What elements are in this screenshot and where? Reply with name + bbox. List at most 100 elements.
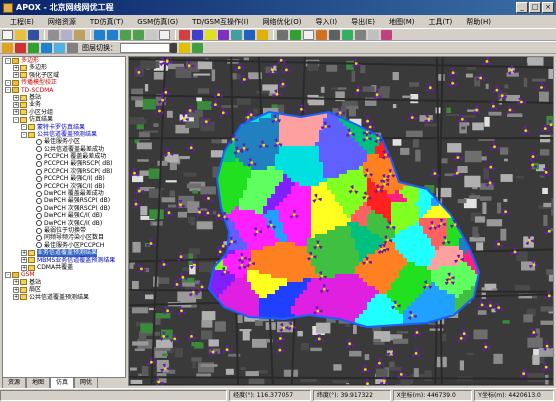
collapse-icon[interactable]: - xyxy=(21,131,27,138)
layer-icon[interactable] xyxy=(290,29,301,40)
pan-icon[interactable] xyxy=(146,29,157,40)
menu-tools[interactable]: 工具(T) xyxy=(428,17,452,27)
tree-item[interactable]: PCCPCH 次强C/I( dB) xyxy=(3,183,125,190)
collapse-icon[interactable]: - xyxy=(5,87,11,94)
tree-item[interactable]: 最佳服务小区 xyxy=(3,138,125,145)
tree-item[interactable]: + CDMA共覆盖 xyxy=(3,264,125,271)
tree-item[interactable]: + 小区分组 xyxy=(3,109,125,116)
tree-item[interactable]: - 蒙特卡罗仿真结果 xyxy=(3,124,125,131)
tree-item[interactable]: DwPCH 次强C/I( dB) xyxy=(3,220,125,227)
tree-item[interactable]: + 多边形 xyxy=(3,64,125,71)
cut-icon[interactable] xyxy=(48,29,59,40)
menu-gsm-simulation[interactable]: GSM仿真(G) xyxy=(137,17,178,27)
expand-icon[interactable]: + xyxy=(21,249,27,256)
coverage-map[interactable] xyxy=(129,57,554,386)
open-icon[interactable] xyxy=(15,29,26,40)
radio-icon[interactable] xyxy=(36,153,42,160)
expand-icon[interactable]: + xyxy=(21,257,27,264)
tree-item[interactable]: DwPCH 最强RSCP( dB) xyxy=(3,197,125,204)
tool-icon[interactable] xyxy=(192,42,203,53)
zoom-in-icon[interactable] xyxy=(120,29,131,40)
tree-item[interactable]: DwPCH 最强C/I( dB) xyxy=(3,212,125,219)
dropdown-arrow-icon[interactable] xyxy=(170,42,177,53)
menu-network-resources[interactable]: 网络资源 xyxy=(48,17,76,27)
expand-icon[interactable]: + xyxy=(13,102,19,109)
reload-icon[interactable] xyxy=(41,42,52,53)
menu-help[interactable]: 帮助(H) xyxy=(466,17,491,27)
undo-icon[interactable] xyxy=(94,29,105,40)
chart-icon[interactable] xyxy=(316,29,327,40)
tree-item[interactable]: - TD-SCDMA xyxy=(3,87,125,94)
radio-icon[interactable] xyxy=(36,227,42,234)
tree-item[interactable]: + 公共信道覆盖预测结果 xyxy=(3,294,125,301)
expand-icon[interactable]: + xyxy=(13,65,19,72)
home-icon[interactable] xyxy=(2,42,13,53)
radio-icon[interactable] xyxy=(36,183,42,190)
new-icon[interactable] xyxy=(2,29,13,40)
collapse-icon[interactable]: - xyxy=(21,124,27,131)
project-tree-panel[interactable]: - 多边形 + 多边形 + 强化子区域 - 传播模型校正 - TD-SCDMA + 基站 + 业务 + 小区分… xyxy=(2,56,126,378)
radio-icon[interactable] xyxy=(36,190,42,197)
expand-icon[interactable]: + xyxy=(13,94,19,101)
radio-icon[interactable] xyxy=(36,161,42,168)
measure-icon[interactable] xyxy=(179,29,190,40)
tree-item[interactable]: DwPCH 次强RSCP( dB) xyxy=(3,205,125,212)
tree-item[interactable]: + 业务 xyxy=(3,101,125,108)
rotate-icon[interactable] xyxy=(28,42,39,53)
tree-item[interactable]: + MBMS业务信道覆盖预测结果 xyxy=(3,257,125,264)
tree-item[interactable]: PCCPCH 覆盖最差成功 xyxy=(3,153,125,160)
menu-td-gsm-interop[interactable]: TD/GSM互操作(I) xyxy=(192,17,248,27)
menu-import[interactable]: 导入(I) xyxy=(316,17,338,27)
tree-item[interactable]: PCCPCH 最强RSCP( dB) xyxy=(3,160,125,167)
tree-item[interactable]: DwPCH 覆盖最差成功 xyxy=(3,190,125,197)
menu-td-simulation[interactable]: TD仿真(T) xyxy=(90,17,123,27)
filter-icon[interactable] xyxy=(67,42,78,53)
expand-icon[interactable]: + xyxy=(13,72,19,79)
refresh-icon[interactable] xyxy=(231,29,242,40)
marker-icon[interactable] xyxy=(15,42,26,53)
tree-item[interactable]: + 基站 xyxy=(3,94,125,101)
radio-icon[interactable] xyxy=(36,242,42,249)
tree-item[interactable]: 同频导频污染小区数目 xyxy=(3,234,125,241)
collapse-icon[interactable]: - xyxy=(5,79,11,86)
print-icon[interactable] xyxy=(329,29,340,40)
maximize-button[interactable]: □ xyxy=(529,2,541,13)
table-icon[interactable] xyxy=(303,29,314,40)
export-icon[interactable] xyxy=(342,29,353,40)
expand-icon[interactable]: + xyxy=(13,279,19,286)
select-icon[interactable] xyxy=(159,29,170,40)
collapse-icon[interactable]: - xyxy=(5,272,11,279)
minimize-button[interactable]: _ xyxy=(516,2,528,13)
tree-item[interactable]: 公共信道覆盖最差成功 xyxy=(3,146,125,153)
tree-item[interactable]: - GSM xyxy=(3,271,125,278)
info-icon[interactable] xyxy=(244,29,255,40)
radio-icon[interactable] xyxy=(36,220,42,227)
radio-icon[interactable] xyxy=(36,235,42,242)
tree-item[interactable]: - 仿真结果 xyxy=(3,116,125,123)
redo-icon[interactable] xyxy=(107,29,118,40)
radio-icon[interactable] xyxy=(36,138,42,145)
help-icon[interactable] xyxy=(257,29,268,40)
zoom-out-icon[interactable] xyxy=(133,29,144,40)
lock-icon[interactable] xyxy=(368,29,379,40)
radio-icon[interactable] xyxy=(36,175,42,182)
map-view[interactable] xyxy=(128,56,554,386)
tree-item[interactable]: + 基站 xyxy=(3,279,125,286)
tree-item[interactable]: - 多边形 xyxy=(3,57,125,64)
polygon-icon[interactable] xyxy=(192,29,203,40)
expand-icon[interactable]: + xyxy=(13,109,19,116)
radio-icon[interactable] xyxy=(36,212,42,219)
collapse-icon[interactable]: - xyxy=(5,57,11,64)
star-icon[interactable] xyxy=(179,42,190,53)
tree-item[interactable]: PCCPCH 最强C/I( dB) xyxy=(3,175,125,182)
expand-icon[interactable]: + xyxy=(13,286,19,293)
menu-project[interactable]: 工程(E) xyxy=(10,17,34,27)
radio-icon[interactable] xyxy=(36,168,42,175)
collapse-icon[interactable]: - xyxy=(13,116,19,123)
expand-icon[interactable]: + xyxy=(13,294,19,301)
radio-icon[interactable] xyxy=(36,146,42,153)
grid-icon[interactable] xyxy=(277,29,288,40)
tree-item[interactable]: + 扇区 xyxy=(3,286,125,293)
layer-switch-select[interactable] xyxy=(120,42,170,53)
user-icon[interactable] xyxy=(381,29,392,40)
